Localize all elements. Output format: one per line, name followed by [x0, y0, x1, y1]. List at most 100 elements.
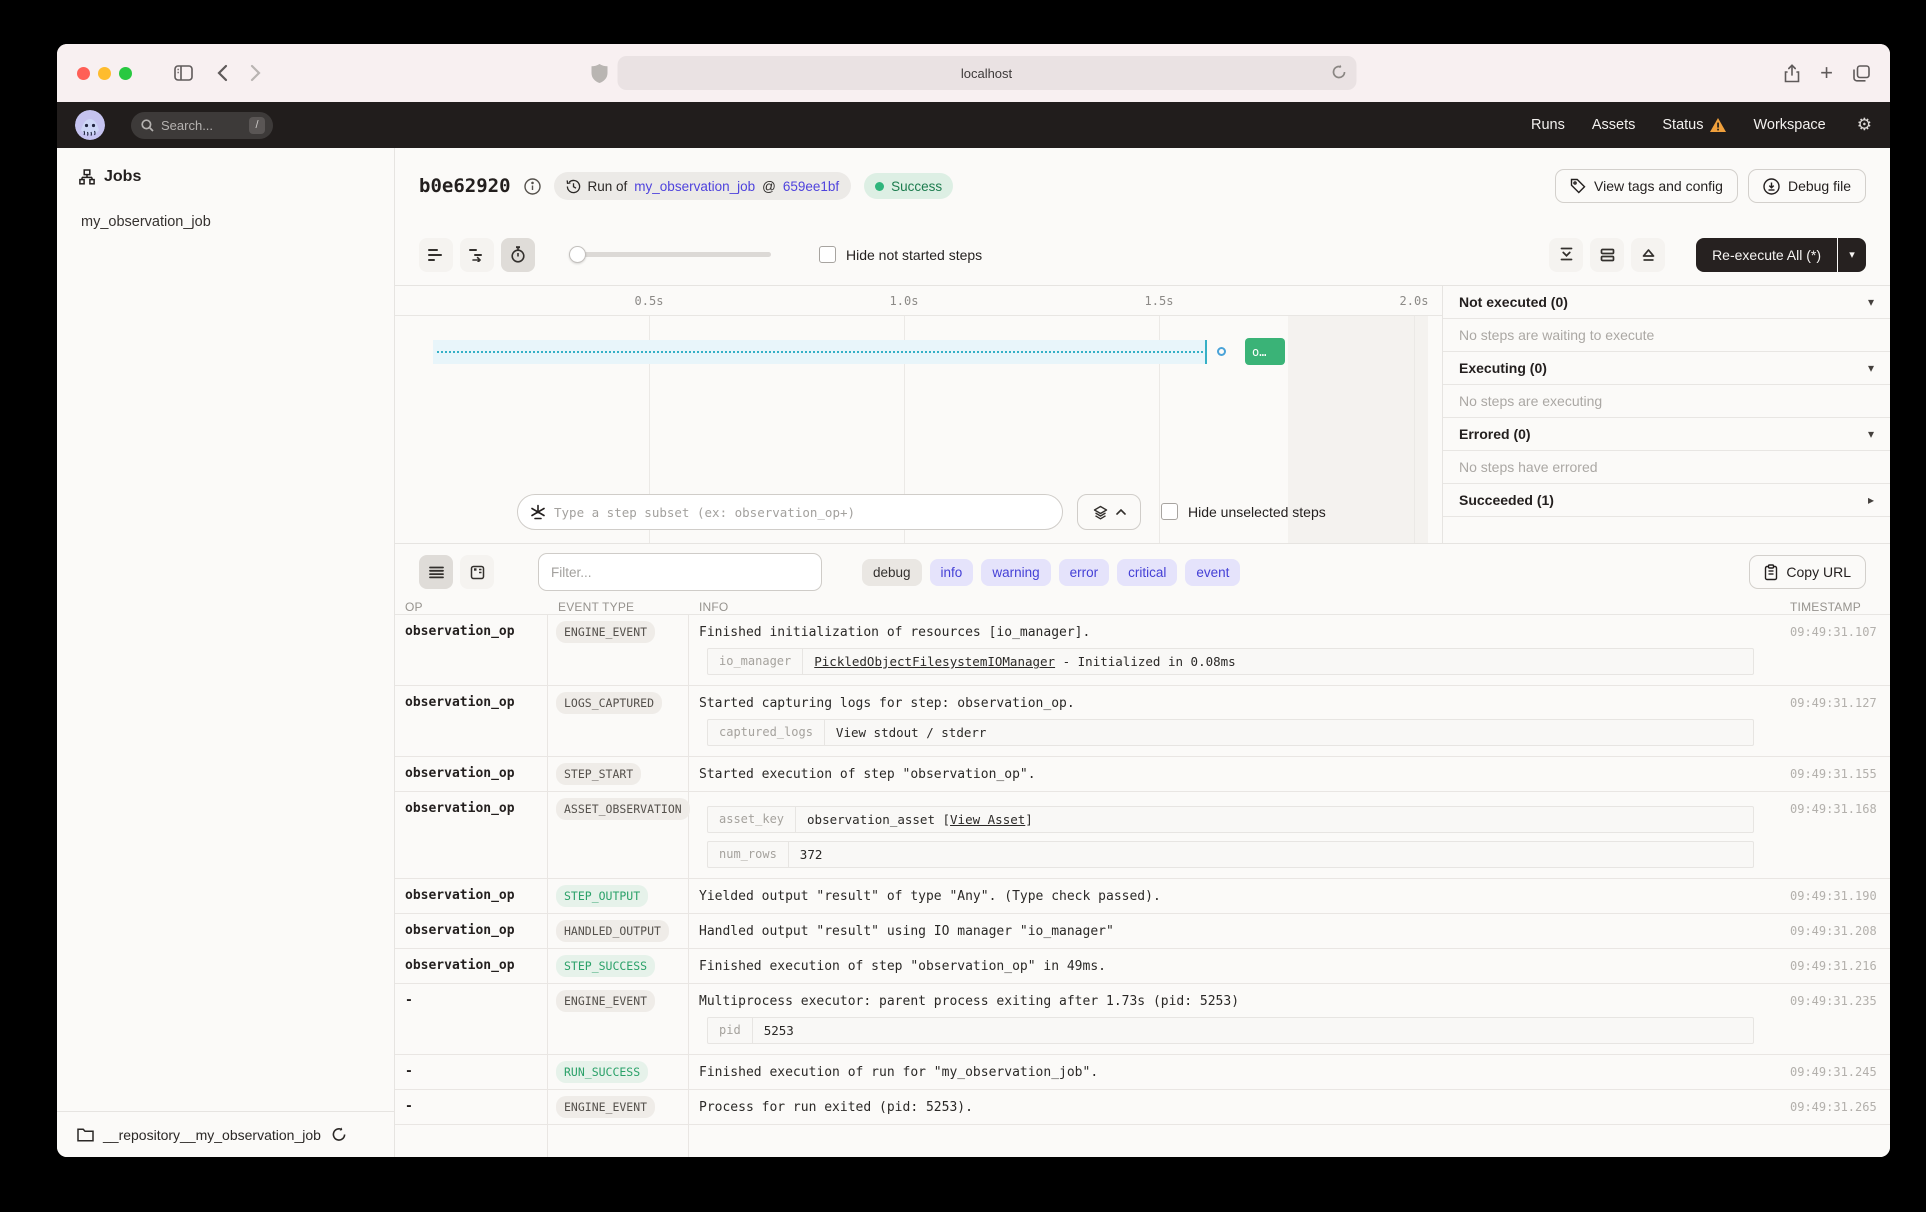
log-level-chip-info[interactable]: info [930, 559, 974, 586]
shield-icon[interactable] [591, 64, 607, 83]
log-row[interactable]: observation_opSTEP_SUCCESSFinished execu… [395, 949, 1890, 984]
reload-repository-icon[interactable] [332, 1127, 346, 1142]
log-event-type-cell: ASSET_OBSERVATION [548, 792, 689, 878]
eject-icon[interactable] [1631, 238, 1665, 272]
event-type-tag: RUN_SUCCESS [556, 1061, 648, 1083]
at-separator: @ [762, 179, 776, 194]
metadata-link[interactable]: PickledObjectFilesystemIOManager [814, 654, 1055, 669]
log-row[interactable]: -RUN_SUCCESSFinished execution of run fo… [395, 1055, 1890, 1090]
log-row[interactable]: -ENGINE_EVENTProcess for run exited (pid… [395, 1090, 1890, 1125]
log-level-chip-error[interactable]: error [1059, 559, 1110, 586]
collapse-all-icon[interactable] [1549, 238, 1583, 272]
log-timestamp-cell[interactable]: 09:49:31.235 [1782, 984, 1890, 1054]
log-timestamp-cell[interactable]: 09:49:31.208 [1782, 914, 1890, 948]
step-section-header[interactable]: Succeeded (1)▸ [1443, 484, 1890, 517]
log-level-chip-warning[interactable]: warning [981, 559, 1050, 586]
nav-runs[interactable]: Runs [1531, 117, 1565, 133]
new-tab-icon[interactable]: + [1820, 60, 1833, 86]
debug-file-button[interactable]: Debug file [1748, 169, 1866, 203]
step-section-header[interactable]: Executing (0)▾ [1443, 352, 1890, 385]
column-header-timestamp: TIMESTAMP [1782, 600, 1890, 614]
axis-tick: 2.0s [1400, 294, 1429, 308]
hide-unselected-checkbox[interactable] [1161, 503, 1178, 520]
minimize-window-button[interactable] [98, 67, 111, 80]
jobs-icon [79, 169, 95, 185]
caret-down-icon: ▾ [1868, 295, 1874, 309]
rows-view-icon[interactable] [1590, 238, 1624, 272]
log-row[interactable]: -ENGINE_EVENTMultiprocess executor: pare… [395, 984, 1890, 1055]
log-timestamp-cell[interactable]: 09:49:31.216 [1782, 949, 1890, 983]
step-section-title: Not executed (0) [1459, 294, 1568, 310]
share-icon[interactable] [1784, 64, 1800, 83]
nav-workspace[interactable]: Workspace [1753, 117, 1825, 133]
back-icon[interactable] [217, 64, 228, 82]
tab-overview-icon[interactable] [1853, 65, 1870, 82]
metadata-link[interactable]: View Asset [950, 812, 1025, 827]
graph-query-toggle-button[interactable] [1077, 494, 1141, 530]
forward-icon[interactable] [250, 64, 261, 82]
log-level-chip-event[interactable]: event [1185, 559, 1240, 586]
reexecute-dropdown-caret[interactable]: ▾ [1838, 238, 1866, 272]
step-section-title: Errored (0) [1459, 426, 1531, 442]
log-timestamp-cell[interactable]: 09:49:31.190 [1782, 879, 1890, 913]
log-row[interactable]: observation_opHANDLED_OUTPUTHandled outp… [395, 914, 1890, 949]
log-row[interactable]: observation_opASSET_OBSERVATIONasset_key… [395, 792, 1890, 879]
gantt-timed-view-icon[interactable] [501, 238, 535, 272]
chevron-up-icon [1116, 509, 1126, 515]
gantt-step-box[interactable]: o… [1245, 338, 1285, 365]
info-icon[interactable] [524, 178, 541, 195]
step-subset-input[interactable] [554, 505, 1050, 520]
gantt-start-marker[interactable] [1217, 347, 1226, 356]
gantt-flat-view-icon[interactable] [419, 238, 453, 272]
job-link[interactable]: my_observation_job [634, 179, 755, 194]
gantt-chart[interactable]: 0.5s1.0s1.5s2.0s o… [395, 286, 1442, 543]
log-timestamp-cell[interactable]: 09:49:31.127 [1782, 686, 1890, 756]
log-structured-view-icon[interactable] [460, 555, 494, 589]
step-status-panel: Not executed (0)▾No steps are waiting to… [1442, 286, 1890, 543]
nav-assets[interactable]: Assets [1592, 117, 1636, 133]
global-search[interactable]: / [131, 112, 273, 139]
reexecute-all-button[interactable]: Re-execute All (*) [1696, 238, 1837, 272]
log-timestamp-cell[interactable]: 09:49:31.155 [1782, 757, 1890, 791]
history-clock-icon [566, 179, 581, 194]
log-list-view-icon[interactable] [419, 555, 453, 589]
step-section-header[interactable]: Not executed (0) ▾ [1443, 286, 1890, 319]
close-window-button[interactable] [77, 67, 90, 80]
top-nav: Runs Assets Status Workspace ⚙ [1531, 115, 1872, 135]
log-timestamp-cell[interactable]: 09:49:31.245 [1782, 1055, 1890, 1089]
browser-window: localhost + [57, 44, 1890, 1157]
sidebar-toggle-icon[interactable] [174, 65, 193, 81]
settings-gear-icon[interactable]: ⚙ [1857, 115, 1872, 135]
axis-tick: 1.0s [890, 294, 919, 308]
commit-link[interactable]: 659ee1bf [783, 179, 839, 194]
hide-not-started-checkbox[interactable] [819, 246, 836, 263]
dagster-logo-icon[interactable] [75, 110, 105, 140]
reload-icon[interactable] [1331, 64, 1346, 80]
view-tags-config-button[interactable]: View tags and config [1555, 169, 1738, 203]
log-timestamp-cell[interactable]: 09:49:31.107 [1782, 615, 1890, 685]
search-input[interactable] [161, 118, 235, 133]
sidebar-item-job[interactable]: my_observation_job [57, 214, 394, 230]
log-timestamp-cell[interactable]: 09:49:31.168 [1782, 792, 1890, 878]
log-filter-input[interactable] [551, 565, 809, 580]
log-row[interactable]: observation_opENGINE_EVENTFinished initi… [395, 615, 1890, 686]
address-bar[interactable]: localhost [617, 56, 1356, 90]
log-row[interactable]: observation_opSTEP_OUTPUTYielded output … [395, 879, 1890, 914]
tag-icon [1570, 178, 1586, 194]
log-op-cell: observation_op [395, 615, 548, 685]
log-row[interactable]: observation_opLOGS_CAPTUREDStarted captu… [395, 686, 1890, 757]
zoom-window-button[interactable] [119, 67, 132, 80]
log-row[interactable]: observation_opSTEP_STARTStarted executio… [395, 757, 1890, 792]
nav-status[interactable]: Status [1662, 117, 1726, 133]
log-level-chip-critical[interactable]: critical [1117, 559, 1177, 586]
copy-url-button[interactable]: Copy URL [1749, 555, 1866, 589]
gantt-zoom-slider[interactable] [571, 252, 771, 257]
log-level-chip-debug[interactable]: debug [862, 559, 922, 586]
gantt-waterfall-view-icon[interactable] [460, 238, 494, 272]
log-op-cell: observation_op [395, 949, 548, 983]
app-header: / Runs Assets Status Workspace ⚙ [57, 102, 1890, 148]
slider-thumb[interactable] [569, 246, 586, 263]
step-section-header[interactable]: Errored (0)▾ [1443, 418, 1890, 451]
log-timestamp-cell[interactable]: 09:49:31.265 [1782, 1090, 1890, 1124]
event-type-tag: ASSET_OBSERVATION [556, 798, 690, 820]
